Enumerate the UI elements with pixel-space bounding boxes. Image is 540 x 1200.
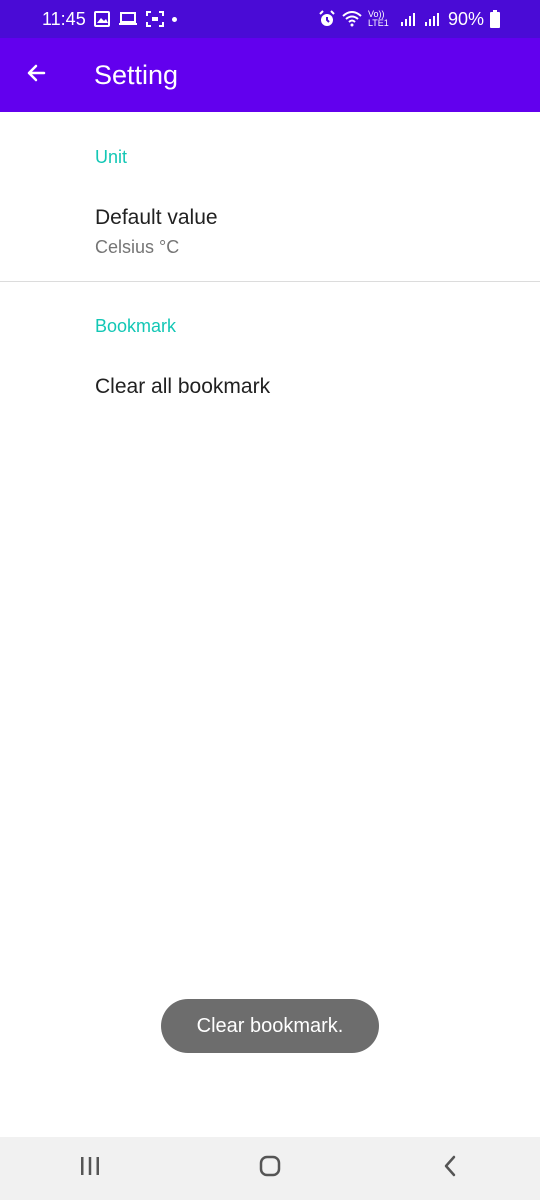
status-left: 11:45: [42, 9, 177, 30]
pref-clear-all-bookmark[interactable]: Clear all bookmark: [0, 360, 540, 420]
pref-default-value-title: Default value: [95, 206, 218, 229]
app-bar: Setting: [0, 38, 540, 112]
alarm-icon: [318, 10, 336, 28]
wifi-icon: [342, 11, 362, 27]
gallery-icon: [93, 11, 110, 27]
toast-message: Clear bookmark.: [161, 999, 379, 1053]
notification-dot-icon: [171, 16, 177, 22]
back-button[interactable]: [12, 51, 60, 99]
status-right: Vo)) LTE1 90%: [318, 9, 500, 30]
page-title: Setting: [94, 59, 179, 90]
home-button[interactable]: [240, 1144, 300, 1194]
home-icon: [258, 1154, 282, 1183]
status-time: 11:45: [42, 8, 86, 29]
pref-clear-all-bookmark-title: Clear all bookmark: [95, 375, 271, 398]
screenshot-icon: [145, 11, 164, 27]
arrow-left-icon: [24, 61, 48, 90]
back-chevron-icon: [442, 1154, 458, 1183]
signal-icon-2: [424, 12, 442, 26]
status-bar: 11:45 Vo)) LTE1 90%: [0, 0, 540, 38]
section-header-unit: Unit: [95, 147, 128, 167]
network-label: Vo)) LTE1: [367, 9, 389, 28]
signal-icon: [400, 12, 418, 26]
laptop-icon: [118, 11, 138, 27]
battery-percent: 90%: [447, 8, 484, 29]
recents-icon: [79, 1156, 101, 1181]
battery-icon: [490, 10, 500, 28]
recents-button[interactable]: [60, 1144, 120, 1194]
divider: [0, 281, 540, 282]
navigation-bar: [0, 1137, 540, 1200]
pref-default-value-summary: Celsius °C: [95, 237, 180, 257]
nav-back-button[interactable]: [420, 1144, 480, 1194]
section-header-bookmark: Bookmark: [95, 316, 177, 336]
pref-default-value[interactable]: Default value Celsius °C: [0, 190, 540, 280]
